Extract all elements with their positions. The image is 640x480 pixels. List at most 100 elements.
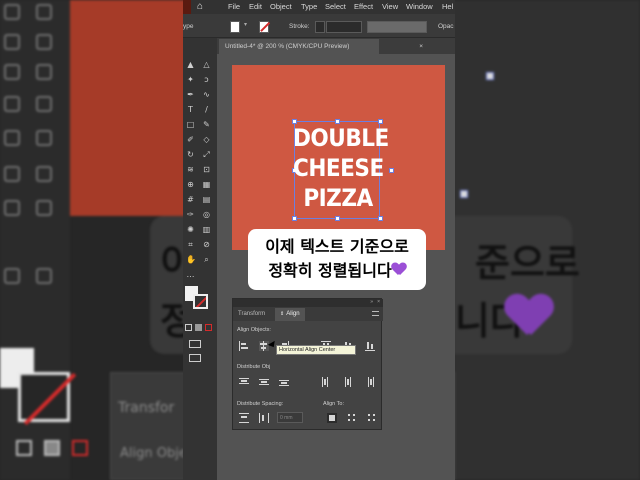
document-tab[interactable]: Untitled-4* @ 200 % (CMYK/CPU Preview) × <box>219 39 423 54</box>
distribute-hcenter-icon[interactable] <box>343 377 353 387</box>
selection-handle[interactable] <box>378 216 383 221</box>
menu-view[interactable]: View <box>382 2 398 11</box>
tab-transform[interactable]: Transform <box>233 308 270 321</box>
caption-line-1: 이제 텍스트 기준으로 <box>265 237 409 256</box>
stroke-color-icon[interactable] <box>193 294 208 309</box>
align-to-key-object-icon[interactable] <box>367 413 377 423</box>
artwork-line-2: CHEESE <box>293 154 384 182</box>
horizontal-distribute-space-icon[interactable] <box>259 413 269 423</box>
paintbrush-icon[interactable]: ✎ <box>202 120 211 129</box>
menu-edit[interactable]: Edit <box>249 2 262 11</box>
curvature-tool-icon[interactable]: ∿ <box>202 90 211 99</box>
bg-mode-icon <box>72 440 88 456</box>
direct-selection-tool-icon[interactable]: △ <box>202 60 211 69</box>
menu-window[interactable]: Window <box>406 2 433 11</box>
rotate-tool-icon[interactable]: ↻ <box>186 150 195 159</box>
scale-tool-icon[interactable]: ⤢ <box>202 150 211 159</box>
bg-tool-icon <box>36 166 52 182</box>
bg-caption-text: 준으로 <box>475 241 580 285</box>
free-transform-icon[interactable]: ⊡ <box>202 165 211 174</box>
vertical-align-bottom-icon[interactable] <box>365 341 375 351</box>
artboard-tool-icon[interactable]: ⌗ <box>186 240 195 249</box>
menu-file[interactable]: File <box>228 2 240 11</box>
vertical-distribute-space-icon[interactable] <box>239 413 249 423</box>
perspective-grid-icon[interactable]: ▦ <box>202 180 211 189</box>
rectangle-tool-icon[interactable]: □ <box>186 120 195 129</box>
type-label: ype <box>183 23 194 30</box>
close-panel-icon[interactable]: × <box>377 299 380 305</box>
menu-object[interactable]: Object <box>270 2 292 11</box>
menu-select[interactable]: Select <box>325 2 346 11</box>
distribute-vcenter-icon[interactable] <box>259 377 269 387</box>
bg-tool-icon <box>36 4 52 20</box>
app-logo-icon <box>183 0 191 14</box>
distribute-right-icon[interactable] <box>365 377 375 387</box>
graph-tool-icon[interactable]: ▥ <box>202 225 211 234</box>
color-mode-icon[interactable] <box>185 324 192 331</box>
menu-effect[interactable]: Effect <box>354 2 373 11</box>
line-tool-icon[interactable]: / <box>202 105 211 114</box>
panel-menu-icon[interactable] <box>372 311 379 316</box>
lasso-icon[interactable]: ↄ <box>202 75 211 84</box>
bg-transform-label: Transfor <box>118 400 175 416</box>
chevron-down-icon[interactable]: ▾ <box>244 21 252 33</box>
close-icon[interactable]: × <box>419 43 423 50</box>
bg-selection-handle <box>460 190 468 198</box>
width-tool-icon[interactable]: ≋ <box>186 165 195 174</box>
selection-handle[interactable] <box>292 216 297 221</box>
distribute-objects-label: Distribute Obj <box>237 364 271 370</box>
spacing-input[interactable]: 0 mm <box>277 412 303 423</box>
menu-type[interactable]: Type <box>301 2 317 11</box>
artwork-text[interactable]: DOUBLE CHEESE PIZZA <box>293 123 389 213</box>
align-to-artboard-icon[interactable] <box>347 413 357 423</box>
eraser-icon[interactable]: ◇ <box>202 135 211 144</box>
shape-builder-icon[interactable]: ⊕ <box>186 180 195 189</box>
menu-bar: ⌂ File Edit Object Type Select Effect Vi… <box>183 0 455 14</box>
fill-swatch[interactable] <box>230 21 240 33</box>
stroke-stepper[interactable] <box>315 21 325 33</box>
panel-header[interactable]: » × <box>233 299 383 307</box>
gradient-mode-icon[interactable] <box>195 324 202 331</box>
bg-tool-icon <box>36 130 52 146</box>
selection-handle[interactable] <box>389 168 394 173</box>
draw-mode-icon[interactable] <box>189 340 201 348</box>
bg-mode-icon <box>16 440 32 456</box>
selection-handle[interactable] <box>335 216 340 221</box>
distribute-top-icon[interactable] <box>239 377 249 387</box>
selection-tool-icon[interactable]: ▲ <box>186 60 195 69</box>
bg-mode-icon <box>44 440 60 456</box>
eyedropper-icon[interactable]: ✑ <box>186 210 195 219</box>
blend-tool-icon[interactable]: ◎ <box>202 210 211 219</box>
bg-tool-icon <box>4 96 20 112</box>
menu-help[interactable]: Hel <box>442 2 453 11</box>
symbol-sprayer-icon[interactable]: ✺ <box>186 225 195 234</box>
horizontal-align-left-icon[interactable] <box>239 341 249 351</box>
pen-tool-icon[interactable]: ✒ <box>186 90 195 99</box>
edit-toolbar-icon[interactable]: … <box>186 270 195 279</box>
purple-heart-icon <box>505 295 551 337</box>
slice-tool-icon[interactable]: ⊘ <box>202 240 211 249</box>
variable-width-profile[interactable] <box>367 21 427 33</box>
screen: Transfor Align Obje 이 준으로 정 니다 ⌂ File Ed… <box>0 0 640 480</box>
align-to-selection-icon[interactable] <box>327 413 337 423</box>
shaper-tool-icon[interactable]: ✐ <box>186 135 195 144</box>
screen-mode-icon[interactable] <box>189 354 201 362</box>
distribute-left-icon[interactable] <box>321 377 331 387</box>
gradient-tool-icon[interactable]: ▤ <box>202 195 211 204</box>
artwork-line-3: PIZZA <box>303 184 373 212</box>
magic-wand-icon[interactable]: ✦ <box>186 75 195 84</box>
home-icon[interactable]: ⌂ <box>197 1 203 12</box>
bg-tool-icon <box>4 130 20 146</box>
stroke-swatch[interactable] <box>259 21 270 33</box>
distribute-bottom-icon[interactable] <box>279 377 289 387</box>
bg-tool-icon <box>4 200 20 216</box>
type-tool-icon[interactable]: T <box>186 105 195 114</box>
mesh-tool-icon[interactable]: # <box>186 195 195 204</box>
none-mode-icon[interactable] <box>205 324 212 331</box>
opacity-label[interactable]: Opac <box>438 23 454 30</box>
stroke-weight-field[interactable] <box>326 21 362 33</box>
collapse-icon[interactable]: » <box>370 299 373 305</box>
tab-align[interactable]: ⇕ Align <box>275 308 305 321</box>
zoom-tool-icon[interactable]: ⌕ <box>202 255 211 264</box>
hand-tool-icon[interactable]: ✋ <box>186 255 196 264</box>
